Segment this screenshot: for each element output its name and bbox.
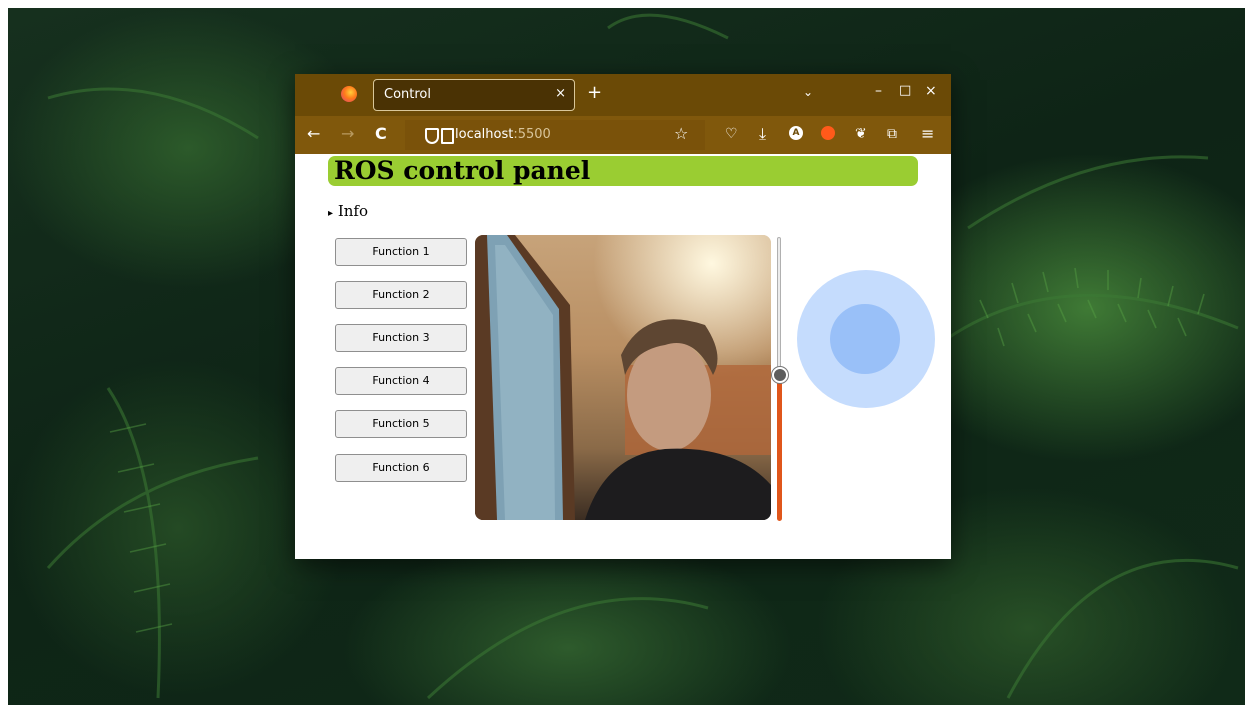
tab-bar: Control × + ⌄ – □ × <box>295 74 951 116</box>
tab-control[interactable]: Control × <box>373 79 575 111</box>
url-text: localhost:5500 <box>455 127 551 142</box>
tab-title: Control <box>384 87 431 102</box>
camera-frame-image <box>475 235 771 520</box>
window-close-icon[interactable]: × <box>925 83 937 99</box>
download-icon[interactable]: ⤓ <box>759 124 766 144</box>
vertical-slider-fill[interactable] <box>777 376 782 521</box>
page-content: ROS control panel ▸ Info Function 1 Func… <box>295 154 951 559</box>
reload-icon[interactable]: C <box>375 124 387 144</box>
shield-icon[interactable] <box>425 128 439 144</box>
desktop: Control × + ⌄ – □ × ← → C localhost:5500… <box>0 0 1247 707</box>
url-host: localhost <box>455 127 514 142</box>
function-5-button[interactable]: Function 5 <box>335 410 467 438</box>
forward-arrow-icon[interactable]: → <box>341 124 354 144</box>
menu-icon[interactable]: ≡ <box>921 124 934 144</box>
tab-close-icon[interactable]: × <box>555 86 566 101</box>
info-label: Info <box>337 202 368 220</box>
function-1-button[interactable]: Function 1 <box>335 238 467 266</box>
bookmark-star-icon[interactable]: ☆ <box>674 124 688 144</box>
pocket-icon[interactable]: ♡ <box>725 124 738 144</box>
extension-leaf-icon[interactable]: ❦ <box>855 124 867 144</box>
account-icon[interactable]: A <box>789 126 803 140</box>
function-6-button[interactable]: Function 6 <box>335 454 467 482</box>
vertical-slider-track[interactable] <box>777 237 781 375</box>
camera-video-feed <box>475 235 771 520</box>
nav-bar: ← → C localhost:5500 ☆ ♡ ⤓ A ❦ ⧉ ≡ <box>295 116 951 154</box>
extensions-puzzle-icon[interactable]: ⧉ <box>887 124 897 144</box>
url-bar[interactable]: localhost:5500 <box>405 120 705 150</box>
browser-window: Control × + ⌄ – □ × ← → C localhost:5500… <box>295 74 951 559</box>
vertical-slider-thumb[interactable] <box>772 367 788 383</box>
maximize-icon[interactable]: □ <box>899 83 911 98</box>
joystick-knob[interactable] <box>830 304 900 374</box>
page-title: ROS control panel <box>334 156 591 185</box>
info-disclosure[interactable]: ▸ Info <box>328 202 368 220</box>
function-4-button[interactable]: Function 4 <box>335 367 467 395</box>
chevron-down-icon[interactable]: ⌄ <box>803 85 813 99</box>
back-arrow-icon[interactable]: ← <box>307 124 320 144</box>
extension-fox-icon[interactable] <box>821 126 835 140</box>
minimize-icon[interactable]: – <box>875 83 882 99</box>
page-header: ROS control panel <box>328 156 918 186</box>
function-2-button[interactable]: Function 2 <box>335 281 467 309</box>
url-port: :5500 <box>513 127 551 142</box>
disclosure-triangle-icon: ▸ <box>328 208 334 219</box>
function-3-button[interactable]: Function 3 <box>335 324 467 352</box>
new-tab-icon[interactable]: + <box>587 82 602 103</box>
firefox-logo-icon[interactable] <box>341 86 357 102</box>
page-info-icon[interactable] <box>441 128 454 144</box>
